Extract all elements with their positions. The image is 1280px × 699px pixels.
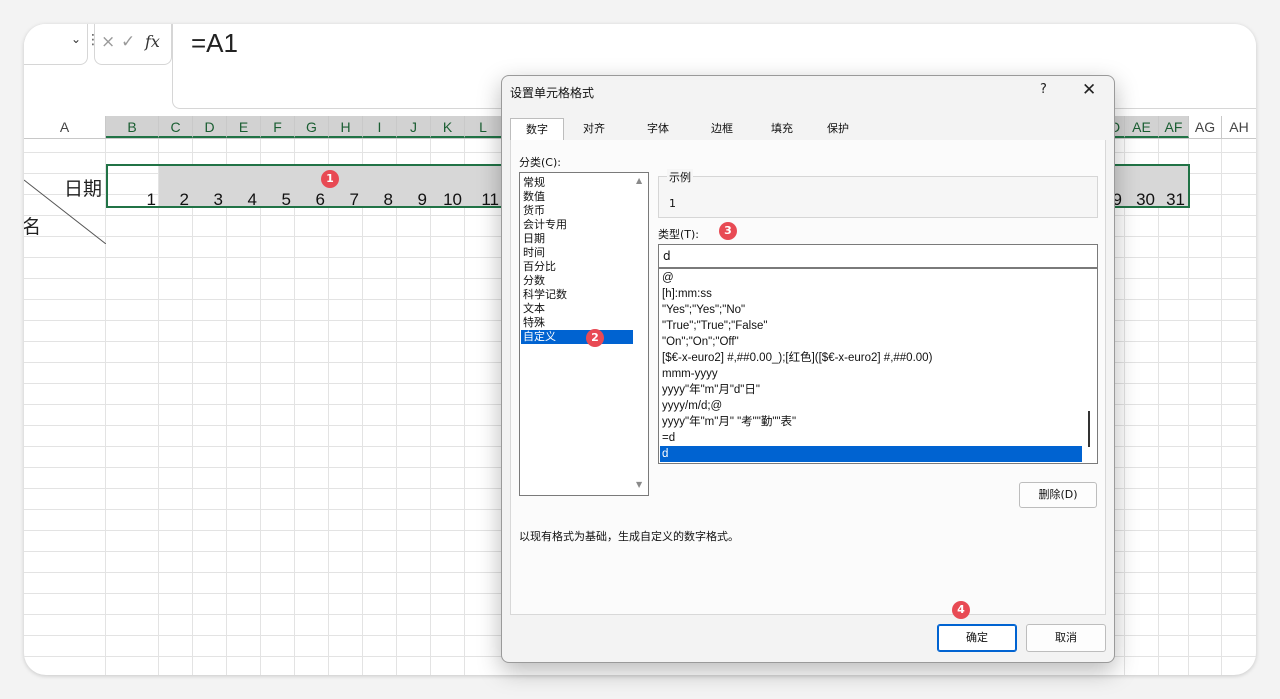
category-item[interactable]: 货币 [521, 204, 633, 218]
step-marker: 3 [719, 222, 737, 240]
category-item[interactable]: 数值 [521, 190, 633, 204]
confirm-icon[interactable]: ✓ [121, 32, 135, 52]
format-item[interactable]: yyyy"年"m"月" "考""勤""表" [660, 414, 1082, 430]
step-marker: 1 [321, 170, 339, 188]
ok-button[interactable]: 确定 [937, 624, 1017, 652]
name-box[interactable]: ⌄ [24, 24, 88, 65]
type-label: 类型(T): [658, 228, 700, 241]
category-label: 分类(C): [519, 156, 561, 169]
category-scrollbar[interactable]: ▲ ▼ [633, 174, 647, 492]
column-header[interactable]: L [465, 116, 502, 138]
grid-line [430, 139, 431, 675]
grid-line [396, 139, 397, 675]
format-item[interactable]: @ [660, 270, 1082, 286]
category-item[interactable]: 科学记数 [521, 288, 633, 302]
formula-text: =A1 [191, 28, 238, 58]
tab-font[interactable]: 字体 [632, 118, 684, 140]
grid-line [226, 139, 227, 675]
column-header[interactable]: G [295, 116, 329, 138]
format-cells-dialog: 设置单元格格式 ? ✕ 数字 对齐 字体 边框 填充 保护 分类(C): 常规 … [501, 75, 1115, 663]
column-header[interactable]: I [363, 116, 397, 138]
grid-line [294, 139, 295, 675]
tab-protection[interactable]: 保护 [812, 118, 864, 140]
cancel-button[interactable]: 取消 [1026, 624, 1106, 652]
tab-fill[interactable]: 填充 [756, 118, 808, 140]
category-item[interactable]: 特殊 [521, 316, 633, 330]
format-item[interactable]: "True";"True";"False" [660, 318, 1082, 334]
category-item[interactable]: 分数 [521, 274, 633, 288]
description-text: 以现有格式为基础，生成自定义的数字格式。 [519, 530, 739, 543]
grid-line [328, 139, 329, 675]
category-item[interactable]: 常规 [521, 176, 633, 190]
format-scrollbar[interactable] [1083, 271, 1095, 459]
tab-border[interactable]: 边框 [696, 118, 748, 140]
format-item[interactable]: [$€-x-euro2] #,##0.00_);[红色]([$€-x-euro2… [660, 350, 1082, 366]
column-header[interactable]: AH [1222, 116, 1256, 138]
grid-line [1124, 139, 1125, 675]
category-item[interactable]: 时间 [521, 246, 633, 260]
sample-value: 1 [669, 197, 676, 210]
grid-line [362, 139, 363, 675]
column-header[interactable]: E [227, 116, 261, 138]
grid-line [1188, 139, 1189, 675]
type-input[interactable]: d [658, 244, 1098, 268]
format-item[interactable]: [h]:mm:ss [660, 286, 1082, 302]
delete-button[interactable]: 删除(D) [1019, 482, 1097, 508]
sample-box: 示例 1 [658, 169, 1098, 218]
grid-line [192, 139, 193, 675]
column-header[interactable]: C [159, 116, 193, 138]
category-item[interactable]: 日期 [521, 232, 633, 246]
category-item[interactable]: 百分比 [521, 260, 633, 274]
format-item[interactable]: yyyy/m/d;@ [660, 398, 1082, 414]
grid-line [1158, 139, 1159, 675]
format-item[interactable]: "Yes";"Yes";"No" [660, 302, 1082, 318]
column-header[interactable]: H [329, 116, 363, 138]
type-input-value: d [663, 249, 671, 263]
step-marker: 4 [952, 601, 970, 619]
name-header-label: 名 [24, 216, 42, 238]
number-tab-pane: 分类(C): 常规 数值 货币 会计专用 日期 时间 百分比 分数 科学记数 文… [510, 140, 1106, 615]
format-item[interactable]: =d [660, 430, 1082, 446]
category-item[interactable]: 会计专用 [521, 218, 633, 232]
tab-number[interactable]: 数字 [510, 118, 564, 142]
cancel-icon[interactable]: × [101, 32, 115, 52]
scroll-down-icon[interactable]: ▼ [636, 480, 642, 489]
formula-buttons: × ✓ fx [94, 24, 172, 65]
column-header[interactable]: K [431, 116, 465, 138]
chevron-down-icon[interactable]: ⌄ [71, 32, 81, 46]
close-icon[interactable]: ✕ [1082, 80, 1096, 100]
format-item[interactable]: mmm-yyyy [660, 366, 1082, 382]
grid-line [158, 139, 159, 675]
format-item-selected[interactable]: d [660, 446, 1082, 462]
category-item[interactable]: 文本 [521, 302, 633, 316]
scroll-up-icon[interactable]: ▲ [636, 176, 642, 185]
scrollbar-thumb[interactable] [1088, 411, 1090, 447]
grid-line [260, 139, 261, 675]
format-list[interactable]: @ [h]:mm:ss "Yes";"Yes";"No" "True";"Tru… [658, 268, 1098, 464]
grid-line [464, 139, 465, 675]
insert-function-icon[interactable]: fx [145, 32, 160, 51]
column-header[interactable]: B [106, 116, 159, 138]
category-list[interactable]: 常规 数值 货币 会计专用 日期 时间 百分比 分数 科学记数 文本 特殊 自定… [519, 172, 649, 496]
tab-alignment[interactable]: 对齐 [568, 118, 620, 140]
column-header[interactable]: AF [1159, 116, 1189, 138]
step-marker: 2 [586, 329, 604, 347]
help-icon[interactable]: ? [1040, 82, 1047, 97]
column-header[interactable]: J [397, 116, 431, 138]
dialog-tabs: 数字 对齐 字体 边框 填充 保护 [510, 118, 1104, 142]
column-header[interactable]: AE [1125, 116, 1159, 138]
date-header-label: 日期 [64, 178, 103, 200]
grid-line [1221, 139, 1222, 675]
column-header[interactable]: F [261, 116, 295, 138]
column-header[interactable]: A [24, 116, 106, 138]
dialog-title: 设置单元格格式 [510, 86, 595, 100]
column-header[interactable]: D [193, 116, 227, 138]
format-item[interactable]: "On";"On";"Off" [660, 334, 1082, 350]
sample-label: 示例 [667, 169, 693, 185]
column-header[interactable]: AG [1189, 116, 1222, 138]
category-item-selected[interactable]: 自定义 [521, 330, 633, 344]
format-item[interactable]: yyyy"年"m"月"d"日" [660, 382, 1082, 398]
